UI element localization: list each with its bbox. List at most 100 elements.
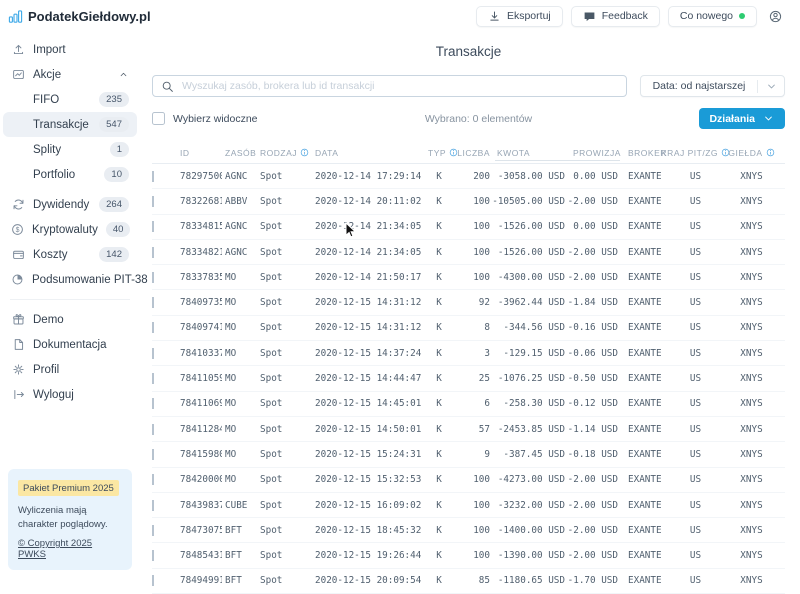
- table-row[interactable]: 78411284MOSpot2020-12-15 14:50:01K57-245…: [152, 417, 785, 442]
- cell-rodzaj: Spot: [258, 525, 313, 536]
- pie-chart-icon: [11, 273, 24, 286]
- cell-kraj: US: [673, 424, 718, 435]
- table-row[interactable]: 78334815AGNCSpot2020-12-14 21:34:05K100-…: [152, 215, 785, 240]
- column-header-gielda[interactable]: GIEŁDA: [718, 148, 785, 158]
- select-visible-toggle[interactable]: Wybierz widoczne: [152, 112, 258, 125]
- cell-typ: K: [428, 322, 450, 333]
- cell-prowizja: -2.00 USD: [565, 272, 618, 283]
- feedback-button-label: Feedback: [602, 10, 648, 22]
- sidebar-item-dywidendy[interactable]: Dywidendy264: [3, 192, 137, 217]
- column-header-rodzaj[interactable]: RODZAJ: [258, 148, 313, 158]
- search-box: [152, 75, 627, 97]
- row-checkbox[interactable]: [152, 550, 154, 561]
- cell-zasob: MO: [222, 449, 258, 460]
- column-header-id: ID: [175, 148, 222, 158]
- cell-kwota: -4273.00 USD: [490, 474, 565, 485]
- row-checkbox[interactable]: [152, 449, 154, 460]
- cell-kwota: -129.15 USD: [490, 348, 565, 359]
- row-checkbox[interactable]: [152, 474, 154, 485]
- sidebar-item-profil[interactable]: Profil: [3, 357, 137, 382]
- cell-data: 2020-12-15 14:50:01: [313, 424, 428, 435]
- cell-broker: EXANTE: [618, 550, 673, 561]
- table-row[interactable]: 78410337MOSpot2020-12-15 14:37:24K3-129.…: [152, 341, 785, 366]
- cell-prowizja: -2.00 USD: [565, 474, 618, 485]
- sidebar-item-splity[interactable]: Splity1: [3, 137, 137, 162]
- cell-kwota: -344.56 USD: [490, 322, 565, 333]
- cell-zasob: MO: [222, 272, 258, 283]
- sidebar-item-podsumowanie-pit-38[interactable]: Podsumowanie PIT-38: [3, 267, 137, 292]
- cell-gielda: XNYS: [718, 424, 785, 435]
- sidebar-item-transakcje[interactable]: Transakcje547: [3, 112, 137, 137]
- row-checkbox[interactable]: [152, 500, 154, 511]
- cell-data: 2020-12-15 14:37:24: [313, 348, 428, 359]
- row-checkbox[interactable]: [152, 575, 154, 586]
- table-row[interactable]: 78411059MOSpot2020-12-15 14:44:47K25-107…: [152, 366, 785, 391]
- table-row[interactable]: 78411069MOSpot2020-12-15 14:45:01K6-258.…: [152, 392, 785, 417]
- column-header-typ[interactable]: TYP: [428, 148, 450, 158]
- sidebar-item-portfolio[interactable]: Portfolio10: [3, 162, 137, 187]
- cell-id: 78439837: [175, 500, 222, 511]
- table-row[interactable]: 78409735MOSpot2020-12-15 14:31:12K92-396…: [152, 290, 785, 315]
- row-checkbox[interactable]: [152, 171, 154, 182]
- cell-gielda: XNYS: [718, 171, 785, 182]
- sidebar-item-demo[interactable]: Demo: [3, 307, 137, 332]
- sidebar-item-dokumentacja[interactable]: Dokumentacja: [3, 332, 137, 357]
- cell-rodzaj: Spot: [258, 474, 313, 485]
- chevron-down-icon: [762, 112, 775, 125]
- row-checkbox[interactable]: [152, 221, 154, 232]
- cell-data: 2020-12-15 18:45:32: [313, 525, 428, 536]
- brand-logo[interactable]: PodatekGiełdowy.pl: [8, 9, 151, 24]
- sidebar-item-akcje[interactable]: Akcje: [3, 62, 137, 87]
- sidebar-item-fifo[interactable]: FIFO235: [3, 87, 137, 112]
- info-icon[interactable]: [300, 148, 309, 157]
- row-checkbox[interactable]: [152, 525, 154, 536]
- cell-kraj: US: [673, 272, 718, 283]
- row-checkbox[interactable]: [152, 247, 154, 258]
- cell-prowizja: -1.84 USD: [565, 297, 618, 308]
- feedback-button[interactable]: Feedback: [571, 6, 660, 27]
- row-checkbox[interactable]: [152, 373, 154, 384]
- sidebar-item-import[interactable]: Import: [3, 37, 137, 62]
- import-upload-icon: [11, 43, 25, 56]
- cell-typ: K: [428, 525, 450, 536]
- sidebar-item-koszty[interactable]: Koszty142: [3, 242, 137, 267]
- row-checkbox[interactable]: [152, 322, 154, 333]
- sidebar-item-wyloguj[interactable]: Wyloguj: [3, 382, 137, 407]
- cell-zasob: MO: [222, 297, 258, 308]
- cell-kwota: -1076.25 USD: [490, 373, 565, 384]
- table-row[interactable]: 78439837CUBESpot2020-12-15 16:09:02K100-…: [152, 493, 785, 518]
- table-row[interactable]: 78334821AGNCSpot2020-12-14 21:34:05K100-…: [152, 240, 785, 265]
- row-checkbox[interactable]: [152, 272, 154, 283]
- sort-dropdown[interactable]: Data: od najstarszej: [640, 75, 785, 97]
- cell-kraj: US: [673, 525, 718, 536]
- select-visible-checkbox[interactable]: [152, 112, 165, 125]
- table-row[interactable]: 78473075BFTSpot2020-12-15 18:45:32K100-1…: [152, 518, 785, 543]
- row-checkbox[interactable]: [152, 424, 154, 435]
- table-row[interactable]: 78494991BFTSpot2020-12-15 20:09:54K85-11…: [152, 569, 785, 594]
- export-button[interactable]: Eksportuj: [476, 6, 563, 27]
- sidebar-item-kryptowaluty[interactable]: $Kryptowaluty40: [3, 217, 137, 242]
- whats-new-button[interactable]: Co nowego: [668, 6, 757, 27]
- row-checkbox[interactable]: [152, 297, 154, 308]
- cell-gielda: XNYS: [718, 474, 785, 485]
- row-checkbox[interactable]: [152, 196, 154, 207]
- table-row[interactable]: 78322681ABBVSpot2020-12-14 20:11:02K100-…: [152, 189, 785, 214]
- count-badge: 10: [104, 167, 129, 183]
- info-icon[interactable]: [766, 148, 775, 157]
- table-row[interactable]: 78415980MOSpot2020-12-15 15:24:31K9-387.…: [152, 442, 785, 467]
- cell-liczba: 100: [450, 221, 490, 232]
- table-row[interactable]: 78420000MOSpot2020-12-15 15:32:53K100-42…: [152, 468, 785, 493]
- table-row[interactable]: 78409741MOSpot2020-12-15 14:31:12K8-344.…: [152, 316, 785, 341]
- cell-liczba: 6: [450, 398, 490, 409]
- search-input[interactable]: [180, 79, 618, 93]
- table-row[interactable]: 78297500AGNCSpot2020-12-14 17:29:14K200-…: [152, 164, 785, 189]
- actions-button[interactable]: Działania: [699, 108, 785, 129]
- search-row: Data: od najstarszej: [152, 75, 785, 97]
- row-checkbox[interactable]: [152, 398, 154, 409]
- copyright-link[interactable]: © Copyright 2025 PWKS: [18, 538, 92, 560]
- column-header-kraj[interactable]: KRAJ PIT/ZG: [673, 148, 718, 158]
- user-avatar[interactable]: [765, 6, 786, 27]
- row-checkbox[interactable]: [152, 348, 154, 359]
- table-row[interactable]: 78337835MOSpot2020-12-14 21:50:17K100-43…: [152, 265, 785, 290]
- table-row[interactable]: 78485431BFTSpot2020-12-15 19:26:44K100-1…: [152, 543, 785, 568]
